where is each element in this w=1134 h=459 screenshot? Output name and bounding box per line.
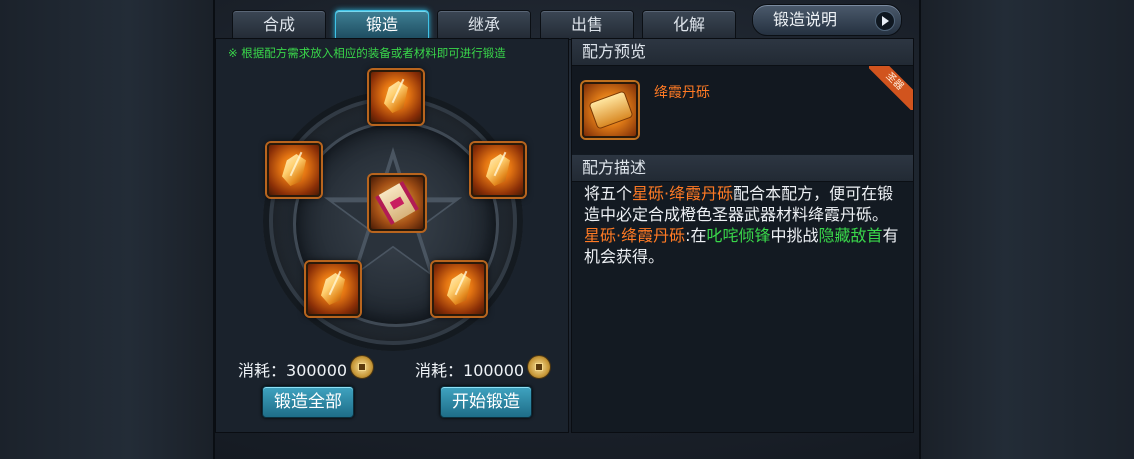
copper-coin-icon: [527, 355, 551, 379]
recipe-panel: 配方预览 绛霞丹砾 圣器 配方描述 将五个星砾·绛霞丹砾配合本配方，便可在锻造中…: [571, 38, 914, 433]
recipe-description-text: 将五个星砾·绛霞丹砾配合本配方，便可在锻造中必定合成橙色圣器武器材料绛霞丹砾。 …: [584, 183, 906, 267]
cost-all-value: 300000: [286, 361, 348, 380]
desc-source-place: 叱咤倾锋: [706, 226, 771, 245]
desc-source-boss: 隐藏敌首: [818, 226, 883, 245]
material-slot-bottom-right[interactable]: [432, 262, 486, 316]
recipe-scroll-icon: [375, 181, 419, 225]
ribbon-label: 圣器: [869, 66, 913, 110]
copper-coin-icon: [350, 355, 374, 379]
desc-source-mid2: 中挑战: [770, 226, 819, 245]
start-forge-button[interactable]: 开始锻造: [440, 386, 532, 418]
tab-synthesize[interactable]: 合成: [232, 10, 326, 40]
holy-weapon-ribbon: 圣器: [869, 66, 913, 110]
tab-inherit[interactable]: 继承: [437, 10, 531, 40]
left-backdrop: [0, 0, 215, 459]
forge-all-button[interactable]: 锻造全部: [262, 386, 354, 418]
recipe-item-slot[interactable]: [582, 82, 638, 138]
cost-all-label: 消耗：: [238, 361, 287, 380]
recipe-preview-heading: 配方预览: [572, 39, 913, 66]
recipe-description-heading: 配方描述: [572, 155, 913, 182]
tab-sell[interactable]: 出售: [540, 10, 634, 40]
cost-single: 消耗：100000: [415, 357, 524, 381]
desc-pre: 将五个: [584, 184, 633, 203]
tab-forge[interactable]: 锻造: [335, 10, 429, 40]
recipe-slot-center[interactable]: [369, 175, 425, 231]
desc-source-material: 星砾·绛霞丹砾: [584, 226, 686, 245]
recipe-scroll-icon: [588, 90, 634, 130]
play-arrow-icon: [875, 11, 895, 31]
forge-help-label: 锻造说明: [773, 10, 838, 29]
cost-single-label: 消耗：: [415, 361, 464, 380]
recipe-preview-row: 绛霞丹砾 圣器: [572, 66, 913, 154]
cost-single-value: 100000: [463, 361, 525, 380]
forge-help-button[interactable]: 锻造说明: [752, 4, 902, 36]
cost-all: 消耗：300000: [238, 357, 347, 381]
tab-dissolve[interactable]: 化解: [642, 10, 736, 40]
forge-panel: ※ 根据配方需求放入相应的装备或者材料即可进行锻造 消耗：300000 消耗：1…: [215, 38, 569, 433]
right-backdrop: [919, 0, 1134, 459]
material-slot-left[interactable]: [267, 143, 321, 197]
material-slot-right[interactable]: [471, 143, 525, 197]
recipe-item-name: 绛霞丹砾: [654, 85, 710, 101]
desc-material: 星砾·绛霞丹砾: [632, 184, 734, 203]
material-slot-bottom-left[interactable]: [306, 262, 360, 316]
material-slot-top[interactable]: [369, 70, 423, 124]
desc-source-mid: :在: [685, 226, 707, 245]
forge-hint: ※ 根据配方需求放入相应的装备或者材料即可进行锻造: [228, 46, 506, 60]
